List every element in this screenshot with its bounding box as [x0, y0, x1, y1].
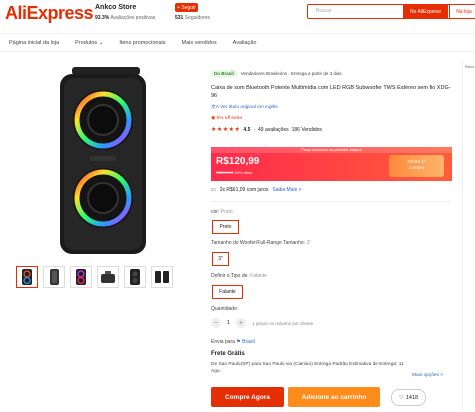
product-title: Caixa de som Bluetooth Potente Multimídi… [211, 85, 451, 99]
nav-best-sellers[interactable]: Mais vendidos [181, 40, 216, 46]
thumbnail-2[interactable] [43, 266, 65, 288]
brand-text: Vendedores Brasileiros · Entrega a parti… [240, 71, 342, 76]
size-selected-value: 3" [306, 240, 311, 246]
color-label: cor: Preto [211, 209, 233, 215]
shipping-description: De Sao Paulo(SP) para Sao Paulo via (Cai… [211, 362, 404, 374]
nav-products-label: Produtos [75, 39, 98, 46]
old-price-value: R$159,99 [216, 170, 234, 175]
translate-icon: 文A [211, 105, 219, 110]
nav-promotions[interactable]: Itens promocionais [119, 40, 165, 46]
nav-reviews[interactable]: Avaliação [233, 40, 257, 46]
store-nav: Página inicial da loja Produtos ⌄ Itens … [0, 33, 475, 52]
store-stats: 93.3% Avaliações positivas [95, 15, 155, 21]
installment-more-link[interactable]: Saiba Mais > [272, 187, 301, 193]
quantity-stepper: − 1 + 1 peças no máximo por cliente [211, 318, 313, 328]
store-name[interactable]: Ankco Store [95, 4, 136, 11]
thumbnail-5[interactable] [124, 266, 146, 288]
header: AliExpress Ankco Store 93.3% Avaliações … [0, 0, 475, 32]
card-icon: ▭ [211, 187, 216, 193]
aliexpress-logo[interactable]: AliExpress [5, 3, 94, 24]
reviews-count[interactable]: 49 avaliações [258, 127, 289, 133]
price-box: Preço exclusivo na primeira compra R$120… [211, 147, 452, 181]
rating-stars: ★★★★★ [211, 127, 241, 133]
heart-icon: ♡ [398, 394, 404, 401]
ship-to: Envia para ⚑ Brasil [211, 339, 255, 345]
type-option-falante[interactable]: Falante [212, 285, 243, 299]
brand-row: Do Brasil Vendedores Brasileiros · Entre… [211, 70, 455, 77]
rating-row: ★★★★★ 4.5 · 49 avaliações 186 Vendidos [211, 126, 455, 134]
translate-link[interactable]: 文A Ver título original em inglês [211, 103, 455, 110]
ship-to-country[interactable]: ⚑ Brasil [236, 339, 254, 345]
separator-dot: · [253, 126, 256, 133]
thumbnail-6[interactable] [151, 266, 173, 288]
ship-to-country-name: Brasil [242, 339, 255, 345]
installment-row: ▭ 2x R$61,09 com juros Saiba Mais > [211, 187, 301, 193]
translate-label: Ver título original em inglês [220, 105, 278, 110]
size-label-text: Tamanho do Woofer/Full-Range Tamanho: [211, 240, 306, 246]
thumbnail-3[interactable] [70, 266, 92, 288]
free-shipping-title: Frete Grátis [211, 351, 245, 357]
extra-discount-label: 5% off extra [216, 116, 243, 121]
search-aliexpress-button[interactable]: No AliExpress [403, 4, 448, 19]
size-label: Tamanho do Woofer/Full-Range Tamanho: 3" [211, 240, 311, 246]
thumbnail-4[interactable] [97, 266, 119, 288]
quantity-label: Quantidade: [211, 306, 239, 312]
divider [211, 201, 451, 202]
size-option-3[interactable]: 3" [212, 252, 229, 266]
quantity-minus-button[interactable]: − [211, 318, 221, 328]
first-purchase-offer[interactable]: Oferta 1ª compra [389, 155, 444, 177]
search-input[interactable]: Buscar [308, 5, 402, 18]
add-to-cart-button[interactable]: Adicione ao carrinho [288, 387, 380, 407]
type-selected-value: Falante [250, 273, 267, 279]
offer-line2: compra [408, 165, 424, 170]
brazil-badge: Do Brasil [211, 70, 237, 77]
buy-now-button[interactable]: Compre Agora [211, 387, 284, 407]
extra-discount[interactable]: ◉ 5% off extra [211, 116, 455, 121]
sold-count: 186 Vendidos [291, 126, 322, 133]
price-banner: Preço exclusivo na primeira compra [211, 147, 452, 153]
rating-value: 4.5 [243, 126, 251, 133]
type-label-text: Definir o Tipo de: [211, 273, 249, 279]
store-positive-label: Avaliações positivas [110, 15, 156, 21]
wishlist-button[interactable]: ♡ 1418 [391, 389, 426, 406]
follow-button[interactable]: + Seguir [175, 3, 198, 12]
discount-percent: 24% desc. [234, 170, 254, 175]
flag-icon: ⚑ [236, 339, 241, 345]
nav-store-home[interactable]: Página inicial da loja [9, 40, 59, 46]
quantity-plus-button[interactable]: + [236, 318, 247, 328]
thumbnail-strip [16, 266, 173, 288]
wishlist-count: 1418 [405, 394, 419, 401]
coupon-icon: ◉ [211, 116, 216, 121]
product-main-image[interactable] [28, 62, 178, 257]
color-selected-value: Preto [220, 209, 233, 215]
current-price: R$120,99 [216, 156, 260, 167]
color-label-text: cor: [211, 209, 220, 215]
installment-text: 2x R$61,09 com juros [219, 187, 269, 193]
ship-to-label: Envia para [211, 339, 235, 345]
followers-count: 531 [175, 15, 184, 21]
chevron-down-icon: ⌄ [98, 39, 104, 46]
search-bar: Buscar No AliExpress Na loja [307, 4, 475, 19]
product-info: Do Brasil Vendedores Brasileiros · Entre… [211, 70, 455, 133]
recommendations-label: Reco [465, 64, 475, 69]
thumbnail-1[interactable] [16, 266, 38, 288]
old-price: R$159,99 24% desc. [216, 170, 253, 175]
store-positive-rate: 93.3% [95, 15, 110, 21]
more-shipping-options[interactable]: Mais opções > [412, 373, 443, 378]
recommendations-panel: Reco [462, 60, 475, 412]
quantity-value[interactable]: 1 [227, 320, 230, 326]
quantity-limit-note: 1 peças no máximo por cliente [252, 320, 314, 326]
search-store-button[interactable]: Na loja [449, 4, 475, 19]
nav-products[interactable]: Produtos ⌄ [75, 40, 103, 46]
color-option-preto[interactable]: Preto [212, 220, 239, 234]
followers-label: Seguidores [184, 15, 211, 21]
followers: 531 Seguidores [175, 15, 210, 21]
type-label: Definir o Tipo de: Falante [211, 273, 267, 279]
